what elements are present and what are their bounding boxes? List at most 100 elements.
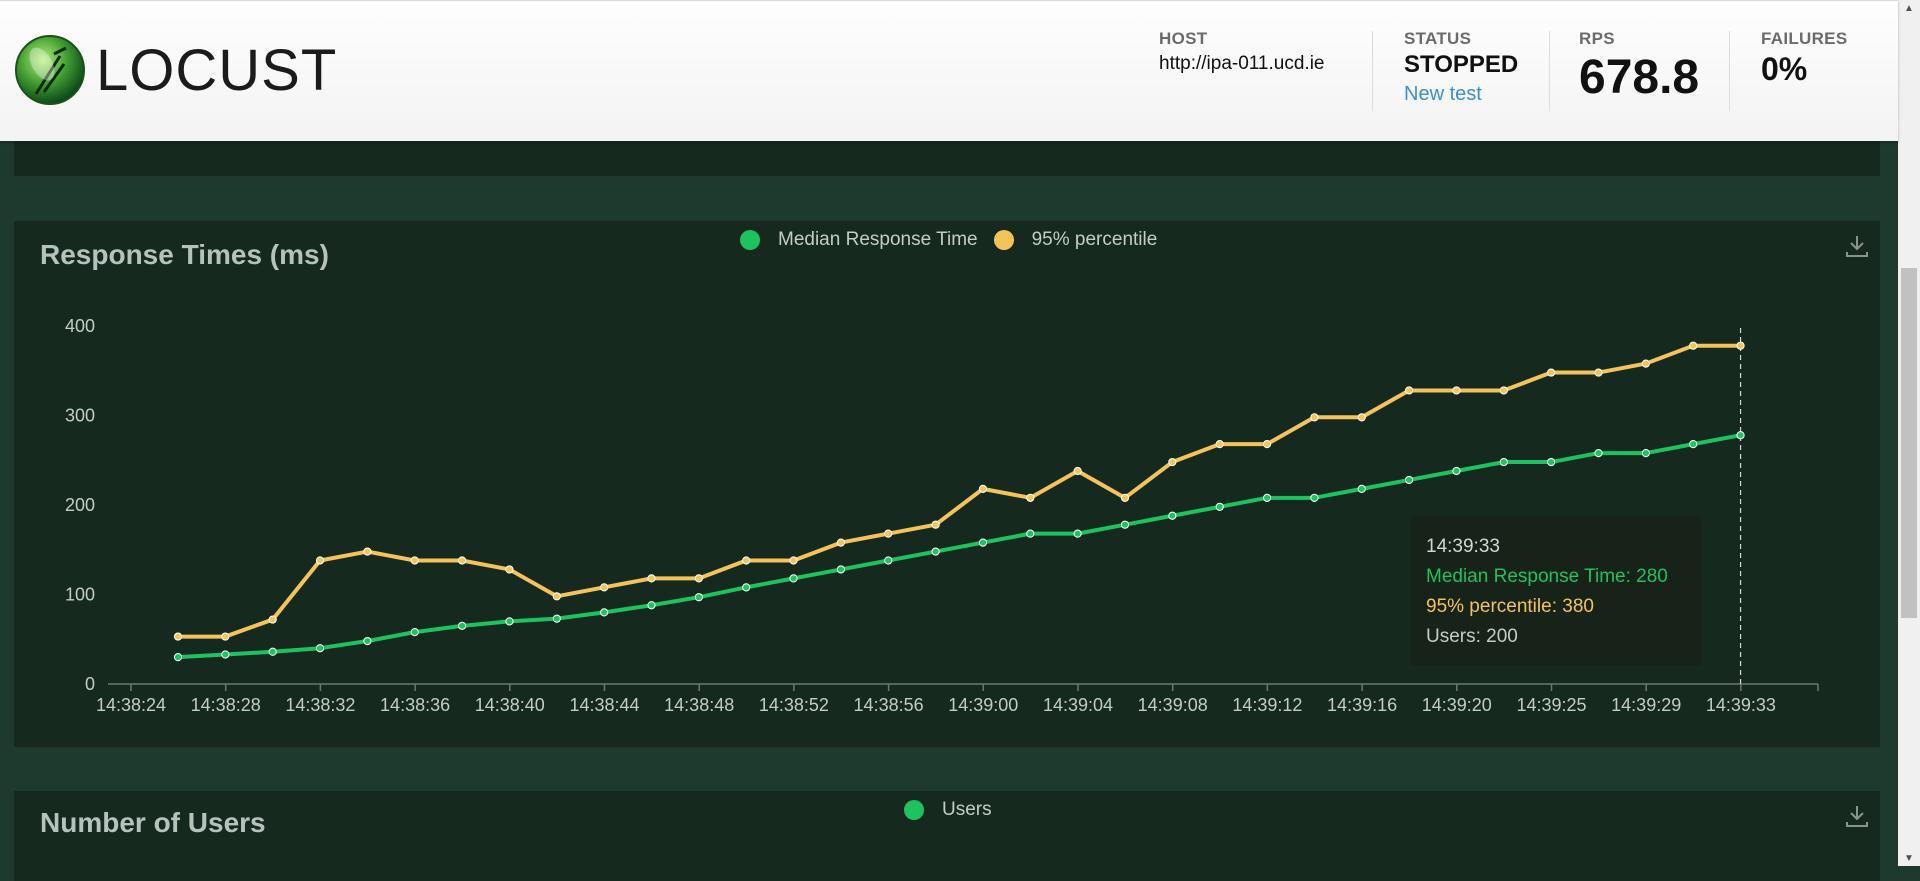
header-bar: LOCUST HOST http://ipa-011.ucd.ie STATUS…	[0, 0, 1898, 141]
x-tick-label: 14:38:44	[569, 695, 639, 715]
data-point[interactable]	[1120, 493, 1130, 502]
data-point[interactable]	[1641, 448, 1650, 458]
status-label: STATUS	[1404, 29, 1472, 48]
data-point[interactable]	[1547, 457, 1556, 467]
data-point[interactable]	[789, 574, 798, 583]
data-point[interactable]	[1405, 475, 1414, 485]
data-point[interactable]	[363, 547, 372, 556]
data-point[interactable]	[1120, 520, 1130, 529]
data-point[interactable]	[931, 547, 940, 556]
data-point[interactable]	[1357, 484, 1366, 493]
data-point[interactable]	[221, 650, 230, 659]
x-tick-label: 14:39:00	[948, 695, 1018, 715]
data-point[interactable]	[1262, 493, 1272, 502]
x-tick-label: 14:39:29	[1611, 695, 1681, 715]
data-point[interactable]	[694, 593, 703, 602]
data-point[interactable]	[1689, 440, 1698, 449]
data-point[interactable]	[173, 653, 183, 662]
data-point[interactable]	[173, 632, 183, 641]
x-tick-label: 14:38:48	[664, 695, 734, 715]
data-point[interactable]	[1310, 413, 1319, 422]
data-point[interactable]	[1215, 440, 1224, 449]
data-point[interactable]	[647, 601, 656, 610]
new-test-link[interactable]: New test	[1404, 83, 1518, 106]
x-tick-label: 14:38:56	[854, 695, 924, 715]
data-point[interactable]	[978, 538, 988, 547]
data-point[interactable]	[1026, 529, 1035, 538]
data-point[interactable]	[1357, 413, 1366, 422]
data-point[interactable]	[600, 583, 609, 592]
data-point[interactable]	[836, 565, 846, 574]
scroll-down-arrow-icon[interactable]: ▼	[1898, 850, 1920, 866]
data-point[interactable]	[884, 556, 893, 565]
x-tick-label: 14:38:24	[96, 695, 166, 715]
data-point[interactable]	[315, 556, 325, 565]
data-point[interactable]	[268, 615, 277, 624]
data-point[interactable]	[1073, 529, 1082, 538]
data-point[interactable]	[742, 556, 751, 565]
data-point[interactable]	[1026, 493, 1035, 502]
scrollbar[interactable]: ▲ ▼	[1898, 0, 1920, 866]
data-point[interactable]	[836, 538, 846, 547]
y-tick-label: 100	[65, 585, 95, 605]
rps-value: 678.8	[1579, 51, 1700, 104]
data-point[interactable]	[1168, 511, 1177, 520]
data-point[interactable]	[694, 574, 703, 583]
tooltip-users: Users: 200	[1426, 626, 1518, 647]
data-point[interactable]	[363, 636, 372, 646]
x-tick-label: 14:38:32	[285, 695, 355, 715]
data-point[interactable]	[1168, 457, 1177, 467]
data-point[interactable]	[1215, 502, 1224, 511]
host-stat: HOST http://ipa-011.ucd.ie	[1159, 29, 1324, 75]
data-point[interactable]	[931, 520, 940, 529]
divider	[1549, 31, 1550, 111]
data-point[interactable]	[1736, 431, 1745, 440]
data-point[interactable]	[1262, 440, 1272, 449]
data-point[interactable]	[789, 556, 798, 565]
data-point[interactable]	[458, 556, 467, 565]
data-point[interactable]	[600, 608, 609, 617]
data-point[interactable]	[505, 617, 514, 626]
data-point[interactable]	[647, 574, 656, 583]
data-point[interactable]	[1641, 359, 1650, 368]
data-point[interactable]	[221, 632, 230, 641]
data-point[interactable]	[552, 614, 561, 623]
data-point[interactable]	[1689, 341, 1698, 350]
data-point[interactable]	[1452, 466, 1461, 476]
data-point[interactable]	[1452, 386, 1461, 395]
download-icon[interactable]	[1844, 803, 1870, 829]
data-point[interactable]	[268, 647, 277, 656]
chart-tooltip: 14:39:33 Median Response Time: 280 95% p…	[1410, 516, 1702, 666]
data-point[interactable]	[742, 583, 751, 592]
data-point[interactable]	[552, 592, 561, 601]
number-of-users-panel: Number of Users Users	[14, 791, 1880, 881]
data-point[interactable]	[315, 644, 325, 653]
data-point[interactable]	[1499, 457, 1508, 467]
scroll-up-arrow-icon[interactable]: ▲	[1898, 0, 1920, 16]
data-point[interactable]	[978, 484, 988, 493]
data-point[interactable]	[410, 556, 419, 565]
x-tick-label: 14:39:16	[1327, 695, 1397, 715]
x-tick-label: 14:39:12	[1232, 695, 1302, 715]
divider	[1372, 31, 1373, 111]
locust-logo-icon	[15, 35, 85, 105]
data-point[interactable]	[884, 529, 893, 538]
data-point[interactable]	[1310, 493, 1319, 502]
data-point[interactable]	[1405, 386, 1414, 395]
scrollbar-thumb[interactable]	[1901, 268, 1917, 618]
data-point[interactable]	[505, 565, 514, 574]
data-point[interactable]	[1073, 466, 1082, 476]
chart-legend: Users	[904, 799, 1008, 821]
data-point[interactable]	[1594, 368, 1603, 377]
data-point[interactable]	[458, 621, 467, 630]
data-point[interactable]	[1594, 448, 1603, 458]
data-point[interactable]	[1547, 368, 1556, 377]
data-point[interactable]	[410, 627, 419, 637]
x-tick-label: 14:39:08	[1138, 695, 1208, 715]
legend-item-users[interactable]: Users	[904, 799, 992, 821]
data-point[interactable]	[1499, 386, 1508, 395]
logo-text: LOCUST	[96, 38, 338, 103]
data-point[interactable]	[1736, 341, 1745, 350]
x-tick-label: 14:39:25	[1516, 695, 1586, 715]
legend-label-users: Users	[942, 799, 992, 820]
